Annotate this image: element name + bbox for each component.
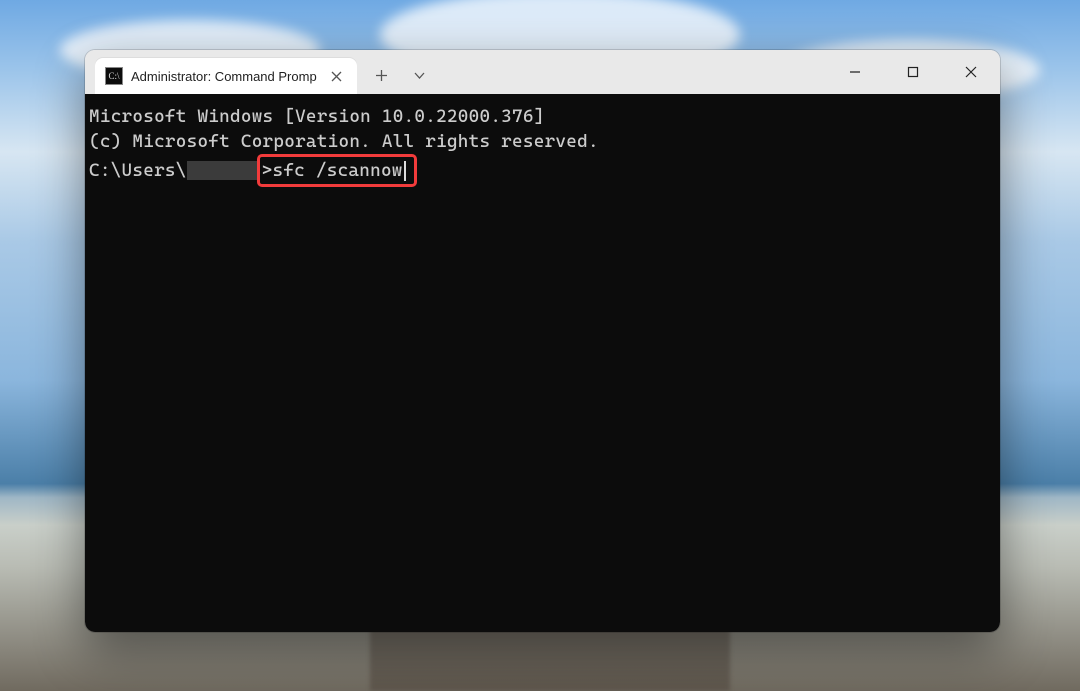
shadow-reflection xyxy=(370,625,730,691)
close-window-button[interactable] xyxy=(942,50,1000,94)
terminal-body[interactable]: Microsoft Windows [Version 10.0.22000.37… xyxy=(85,94,1000,632)
tab-title: Administrator: Command Promp xyxy=(131,69,317,84)
tab-close-button[interactable] xyxy=(325,64,349,88)
maximize-button[interactable] xyxy=(884,50,942,94)
titlebar[interactable]: C:\ Administrator: Command Promp xyxy=(85,50,1000,95)
minimize-button[interactable] xyxy=(826,50,884,94)
cmd-icon: C:\ xyxy=(105,67,123,85)
tabstrip-buttons xyxy=(365,60,437,90)
prompt-gt: > xyxy=(262,158,273,183)
window-controls xyxy=(826,50,1000,94)
new-tab-button[interactable] xyxy=(365,60,399,90)
tab-active[interactable]: C:\ Administrator: Command Promp xyxy=(95,58,357,94)
redacted-username xyxy=(187,161,259,180)
tab-dropdown-button[interactable] xyxy=(403,60,437,90)
text-cursor xyxy=(404,161,406,181)
prompt-path-prefix: C:\Users\ xyxy=(89,158,187,183)
terminal-window: C:\ Administrator: Command Promp xyxy=(85,50,1000,632)
typed-command: sfc /scannow xyxy=(272,158,402,183)
terminal-line: Microsoft Windows [Version 10.0.22000.37… xyxy=(89,104,996,129)
terminal-line: (c) Microsoft Corporation. All rights re… xyxy=(89,129,996,154)
highlight-box: >sfc /scannow xyxy=(257,154,417,187)
prompt-line: C:\Users\ >sfc /scannow xyxy=(89,154,996,187)
